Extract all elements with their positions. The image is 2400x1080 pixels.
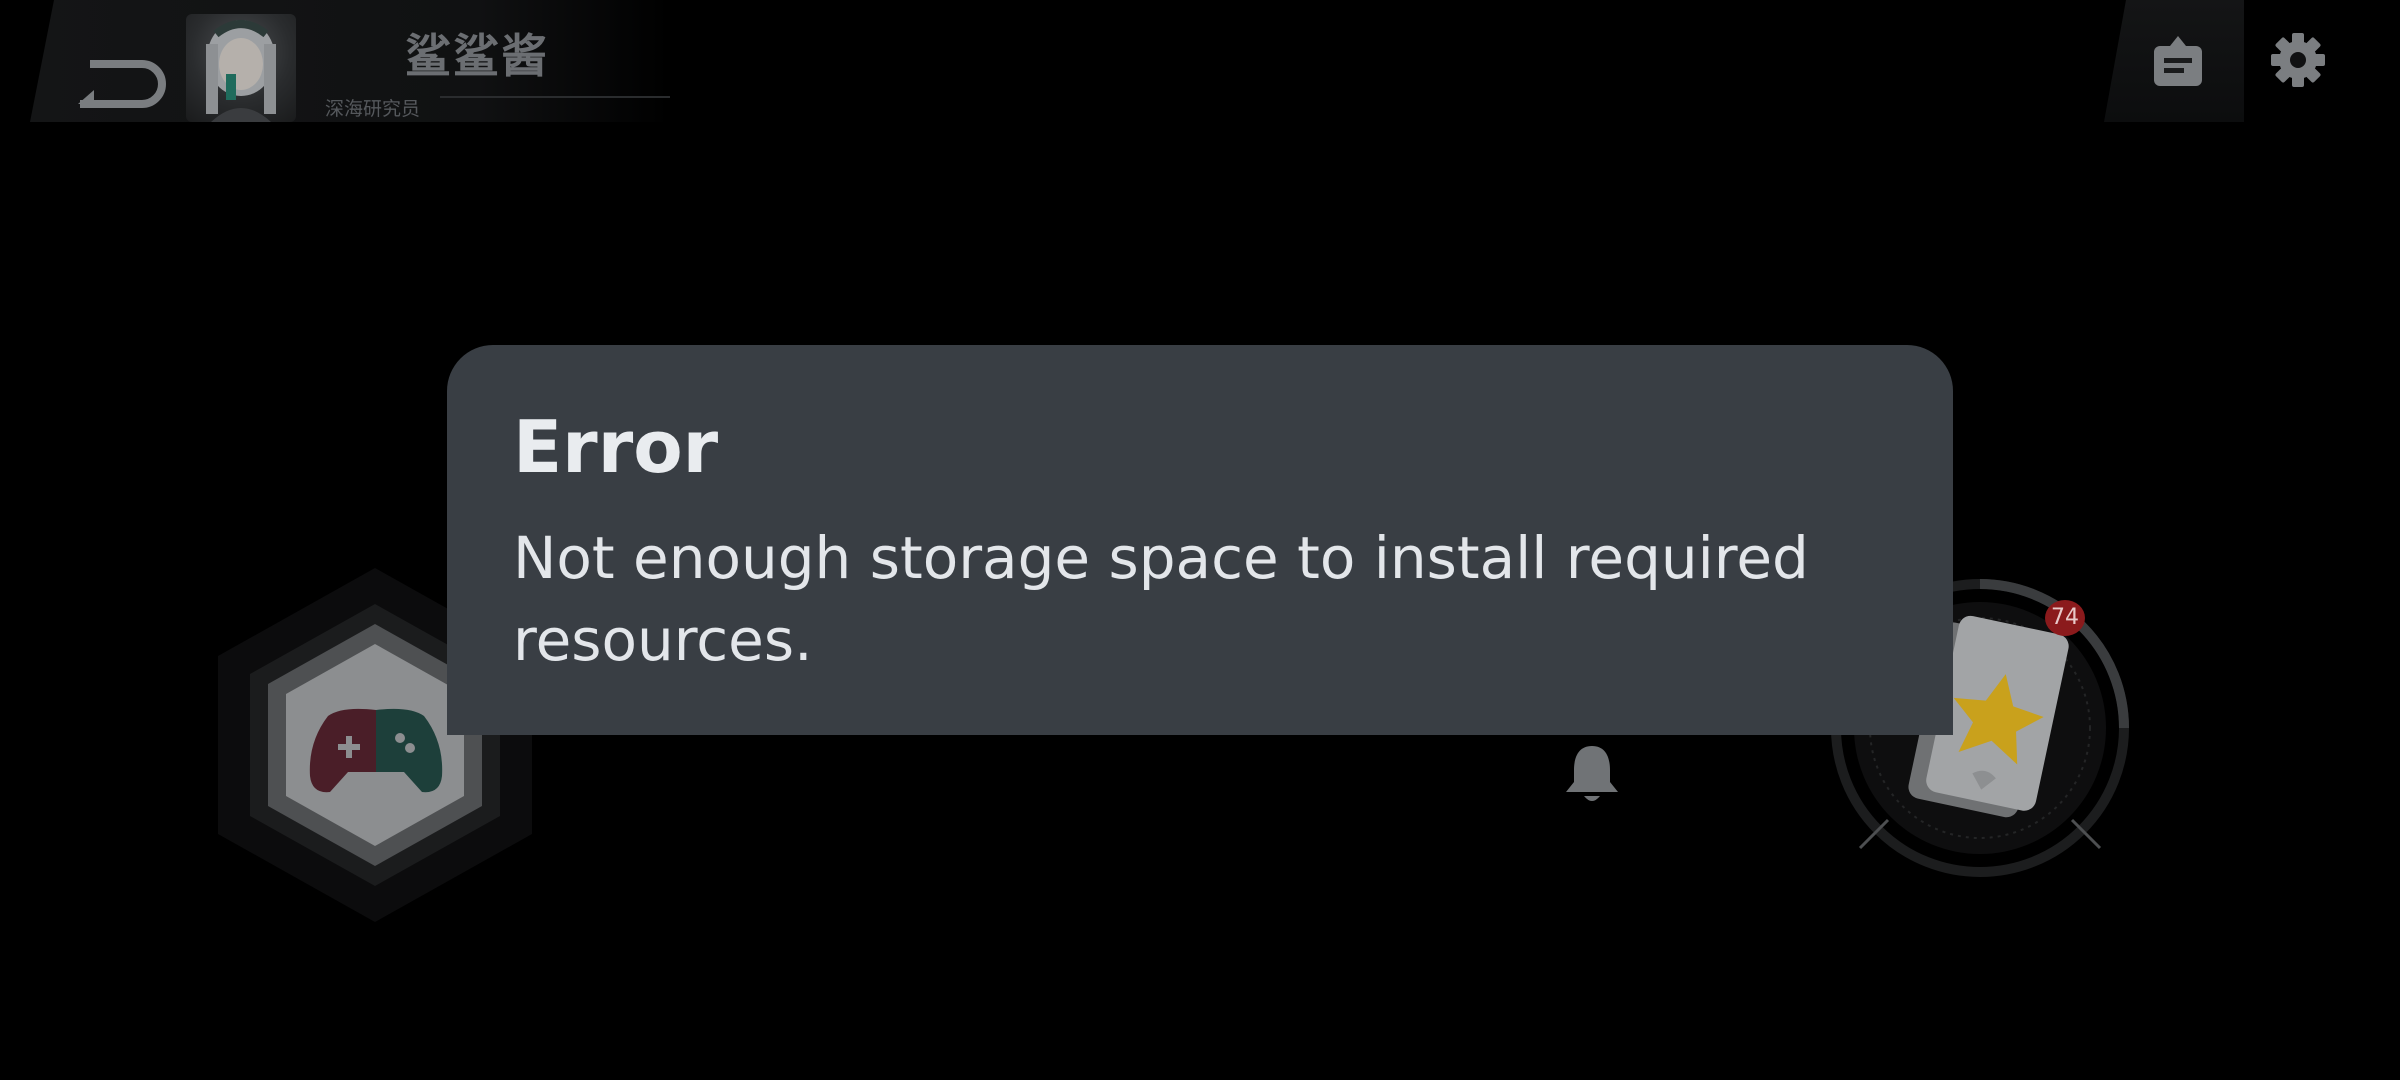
bell-icon bbox=[1566, 746, 1618, 801]
avatar[interactable] bbox=[186, 14, 296, 122]
gamepad-icon bbox=[309, 708, 443, 793]
notice-button[interactable] bbox=[2148, 32, 2208, 92]
username: 鲨鲨酱 bbox=[405, 29, 549, 83]
notification-button[interactable] bbox=[1562, 742, 1622, 806]
dialog-message: Not enough storage space to install requ… bbox=[513, 524, 1809, 674]
back-button[interactable] bbox=[72, 38, 172, 108]
dialog-title: Error bbox=[513, 405, 719, 489]
gear-icon bbox=[2271, 33, 2325, 87]
title-divider bbox=[440, 96, 670, 98]
settings-button[interactable] bbox=[2268, 30, 2328, 90]
notice-board-icon bbox=[2154, 36, 2202, 86]
avatar-portrait bbox=[206, 20, 276, 122]
back-arrow-icon bbox=[78, 60, 166, 108]
error-dialog: Error Not enough storage space to instal… bbox=[447, 345, 1953, 735]
card-count-badge: 74 bbox=[2045, 600, 2085, 636]
user-title: 深海研究员 bbox=[325, 98, 421, 120]
